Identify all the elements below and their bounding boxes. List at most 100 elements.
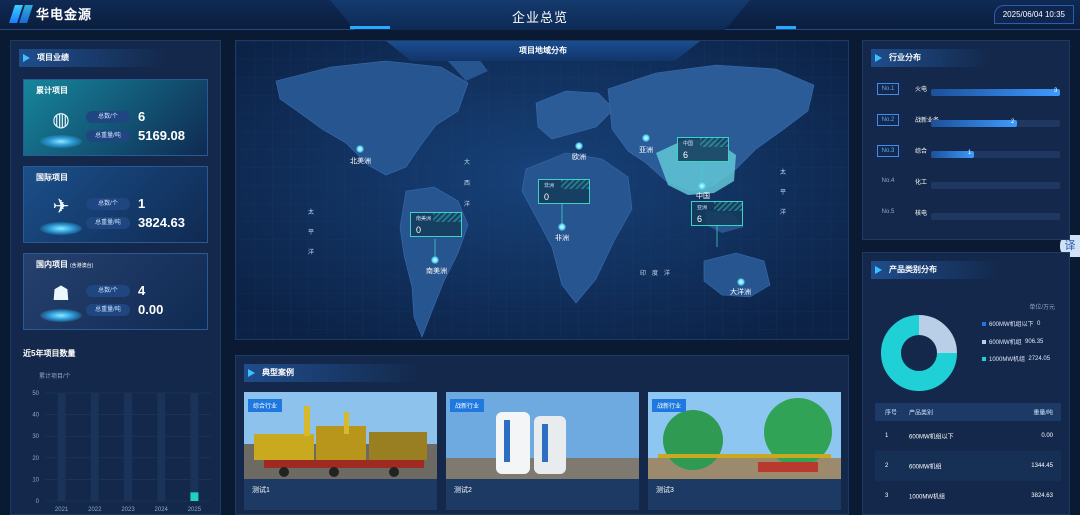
weight-value: 3824.63	[138, 215, 185, 230]
ocean-text: 大	[464, 160, 471, 166]
datetime-display: 2025/06/04 10:35	[993, 5, 1074, 24]
rank-badge: No.4	[881, 178, 895, 184]
globe-icon: ◍	[38, 104, 84, 150]
case-card-1[interactable]: 综合行业 测试1	[244, 392, 437, 510]
region-dot	[431, 256, 439, 264]
weight-label: 总重量/吨	[86, 303, 130, 316]
x-tick-label: 2024	[155, 507, 169, 513]
ocean-text: 太	[308, 210, 315, 216]
weight-label: 总重量/吨	[86, 129, 130, 142]
rank-badge: No.2	[877, 114, 899, 126]
rank-badge: No.5	[881, 209, 895, 215]
years-chart-unit: 累计项目/个	[39, 374, 71, 380]
table-header: 序号 产品类别 重量/吨	[875, 403, 1061, 421]
count-value: 6	[138, 109, 146, 124]
region-dot	[356, 145, 364, 153]
map-tag-asia[interactable]: 亚洲 6	[691, 201, 743, 226]
industry-row[interactable]: No.1 火电 3	[877, 83, 1062, 97]
bar-track	[90, 393, 99, 501]
count-label: 总数/个	[86, 284, 130, 297]
stat-card-domestic[interactable]: 国内项目 (含港澳台) ☗ 总数/个 4 总重量/吨 0.00	[23, 253, 208, 330]
typical-cases-panel: 典型案例 综合行业 测试1 战新行业 测试2 战新行业 测试3	[235, 355, 849, 515]
weight-label: 总重量/吨	[86, 216, 130, 229]
industry-bar-track: 2	[931, 119, 1060, 127]
y-tick-label: 30	[32, 434, 39, 440]
count-value: 1	[138, 196, 146, 211]
region-label-oceania: 大洋洲	[730, 289, 751, 296]
count-value: 4	[138, 283, 146, 298]
logo-mark-icon	[9, 4, 33, 23]
y-tick-label: 0	[36, 499, 40, 505]
industry-row[interactable]: No.4 化工	[877, 176, 1062, 190]
ocean-text: 度	[652, 271, 659, 277]
y-tick-label: 40	[32, 413, 39, 419]
bar-track	[190, 393, 199, 501]
plane-globe-icon: ✈	[38, 191, 84, 237]
ocean-text: 太	[780, 170, 787, 176]
industry-name: 综合	[915, 149, 928, 155]
region-label-north-america: 北美洲	[350, 158, 371, 165]
region-dot	[737, 278, 745, 286]
weight-value: 5169.08	[138, 128, 185, 143]
years-chart-title: 近5年项目数量	[23, 349, 76, 358]
logo-text: 华电金源	[36, 7, 93, 22]
region-dot	[698, 182, 706, 190]
industry-row[interactable]: No.5 核电	[877, 207, 1062, 221]
industry-bar	[931, 120, 1017, 127]
industry-distribution-panel: 行业分布 No.1 火电 3 No.2 战新业务 2 No.3 综合 1 No.4 化工 No.5 核电	[862, 40, 1070, 240]
table-row[interactable]: 3 1000MW机组 3824.63	[875, 481, 1061, 511]
bar-2025	[190, 492, 199, 501]
top-header: 华电金源 企业总览 2025/06/04 10:35	[0, 0, 1080, 30]
map-tag-africa[interactable]: 非洲 0	[538, 179, 590, 204]
china-map-icon: ☗	[38, 278, 84, 324]
case-industry-tag: 综合行业	[248, 399, 283, 412]
map-tag-south-america[interactable]: 南美洲 0	[410, 212, 462, 237]
ocean-text: 洋	[308, 250, 315, 256]
rank-badge: No.1	[877, 83, 899, 95]
count-label: 总数/个	[86, 110, 130, 123]
table-row[interactable]: 2 600MW机组 1344.45	[875, 451, 1061, 481]
case-card-3[interactable]: 战新行业 测试3	[648, 392, 841, 510]
industry-name: 核电	[915, 211, 928, 217]
x-tick-label: 2025	[188, 507, 202, 513]
map-title: 项目地域分布	[386, 41, 700, 61]
industry-bar	[931, 89, 1060, 96]
bar-track	[57, 393, 66, 501]
y-tick-label: 20	[32, 456, 39, 462]
header-accent-left	[350, 26, 390, 29]
case-card-2[interactable]: 战新行业 测试2	[446, 392, 639, 510]
section-title: 产品类别分布	[871, 261, 1001, 279]
card-title: 国际项目	[36, 173, 68, 182]
legend-swatch	[982, 321, 986, 326]
x-tick-label: 2022	[88, 507, 102, 513]
industry-bar-track: 3	[931, 88, 1060, 96]
ocean-text: 洋	[780, 210, 787, 216]
case-title: 测试3	[656, 487, 674, 494]
industry-bar-track	[931, 182, 1060, 189]
region-dot	[558, 223, 566, 231]
y-tick-label: 10	[32, 477, 39, 483]
industry-row[interactable]: No.3 综合 1	[877, 145, 1062, 159]
industry-bar-track	[931, 213, 1060, 220]
ocean-text: 平	[780, 190, 787, 196]
map-tag-china[interactable]: 中国 6	[677, 137, 729, 162]
project-performance-panel: 项目业绩 累计项目 ◍ 总数/个 6 总重量/吨 5169.08 国际项目 ✈ 总数…	[10, 40, 221, 515]
bar-track	[124, 393, 132, 501]
case-title: 测试1	[252, 487, 270, 494]
ocean-text: 洋	[464, 202, 471, 208]
stat-card-total[interactable]: 累计项目 ◍ 总数/个 6 总重量/吨 5169.08	[23, 79, 208, 156]
industry-name: 火电	[915, 87, 928, 93]
legend-swatch	[982, 356, 986, 361]
legend-swatch	[982, 339, 986, 344]
region-dot	[642, 134, 650, 142]
industry-row[interactable]: No.2 战新业务 2	[877, 114, 1062, 128]
header-accent-right	[776, 26, 796, 29]
region-label-china: 中国	[696, 193, 710, 200]
product-unit: 单位/万元	[1029, 305, 1055, 311]
table-row[interactable]: 1 600MW机组以下 0.00	[875, 421, 1061, 451]
weight-value: 0.00	[138, 302, 164, 317]
industry-value: 1	[968, 150, 972, 156]
x-tick-label: 2023	[121, 507, 135, 513]
stat-card-international[interactable]: 国际项目 ✈ 总数/个 1 总重量/吨 3824.63	[23, 166, 208, 243]
bar-track	[157, 393, 166, 501]
